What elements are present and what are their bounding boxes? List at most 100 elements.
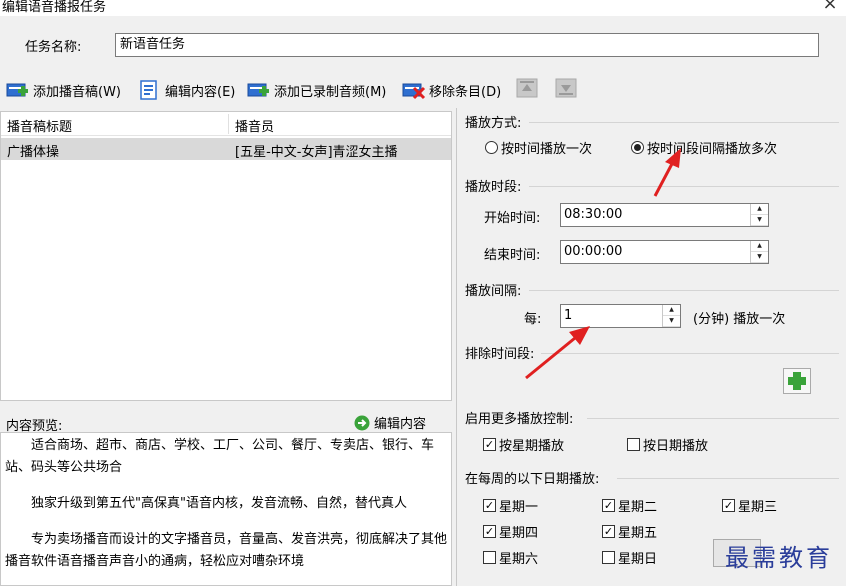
monday-checkbox[interactable]: ✓ 星期一	[483, 496, 538, 515]
remove-item-button[interactable]: 移除条目(D)	[402, 76, 501, 104]
start-time-value: 08:30:00	[564, 207, 623, 222]
spin-down-icon[interactable]: ▼	[751, 252, 768, 263]
checkbox-box: ✓	[483, 438, 496, 451]
task-name-label: 任务名称:	[25, 40, 82, 55]
interval-spinner[interactable]: ▲ ▼	[662, 305, 680, 327]
list-header: 播音稿标题 播音员	[1, 112, 451, 136]
play-once-radio[interactable]: 按时间播放一次	[485, 138, 592, 157]
play-mode-title: 播放方式:	[465, 116, 522, 131]
column-header-speaker[interactable]: 播音员	[235, 116, 274, 135]
edit-document-icon	[138, 80, 162, 100]
title-bar: 编辑语音播报任务 ×	[0, 0, 846, 16]
move-up-icon[interactable]	[515, 76, 539, 100]
saturday-checkbox[interactable]: 星期六	[483, 548, 538, 567]
add-recorded-audio-label: 添加已录制音频(M)	[274, 84, 387, 100]
start-time-spinner[interactable]: ▲ ▼	[750, 204, 768, 226]
checkbox-box: ✓	[483, 499, 496, 512]
checkbox-box	[627, 438, 640, 451]
row-title: 广播体操	[7, 145, 60, 160]
friday-checkbox[interactable]: ✓ 星期五	[602, 522, 657, 541]
interval-value: 1	[564, 308, 573, 323]
end-time-spinner[interactable]: ▲ ▼	[750, 241, 768, 263]
row-speaker: [五星-中文-女声]青涩女主播	[235, 145, 398, 160]
interval-unit-label: (分钟) 播放一次	[693, 312, 786, 327]
saturday-label: 星期六	[499, 552, 539, 567]
move-down-icon[interactable]	[554, 76, 578, 100]
divider	[541, 353, 839, 354]
plus-icon	[788, 372, 806, 390]
by-week-label: 按星期播放	[499, 439, 565, 454]
remove-item-label: 移除条目(D)	[429, 84, 502, 100]
table-row[interactable]: 广播体操 [五星-中文-女声]青涩女主播	[1, 138, 451, 160]
checkbox-box	[483, 551, 496, 564]
spin-up-icon[interactable]: ▲	[751, 204, 768, 215]
settings-panel: 播放方式: 按时间播放一次 按时间段间隔播放多次 播放时段: 开始时间: 08:…	[456, 108, 846, 586]
remove-icon	[402, 80, 426, 100]
play-period-title: 播放时段:	[465, 180, 522, 195]
exclude-period-title: 排除时间段:	[465, 347, 535, 362]
spin-down-icon[interactable]: ▼	[663, 316, 680, 327]
monday-label: 星期一	[499, 500, 539, 515]
every-label: 每:	[524, 312, 542, 327]
column-header-title[interactable]: 播音稿标题	[7, 116, 72, 135]
start-time-label: 开始时间:	[484, 211, 541, 226]
sunday-checkbox[interactable]: 星期日	[602, 548, 657, 567]
play-interval-label: 按时间段间隔播放多次	[647, 142, 778, 157]
radio-dot	[631, 141, 644, 154]
by-date-checkbox[interactable]: 按日期播放	[627, 435, 708, 454]
divider	[529, 122, 839, 123]
close-icon[interactable]: ×	[820, 0, 840, 14]
play-once-label: 按时间播放一次	[501, 142, 593, 157]
add-script-icon	[6, 80, 30, 100]
checkbox-box: ✓	[602, 525, 615, 538]
wednesday-checkbox[interactable]: ✓ 星期三	[722, 496, 777, 515]
spin-up-icon[interactable]: ▲	[663, 305, 680, 316]
checkbox-box: ✓	[722, 499, 735, 512]
spin-up-icon[interactable]: ▲	[751, 241, 768, 252]
preview-edit-button[interactable]: 编辑内容	[354, 413, 426, 432]
end-time-value: 00:00:00	[564, 244, 623, 259]
preview-text-area[interactable]: 适合商场、超市、商店、学校、工厂、公司、餐厅、专卖店、银行、车站、码头等公共场合…	[0, 432, 452, 586]
edit-content-button[interactable]: 编辑内容(E)	[138, 76, 235, 104]
preview-edit-label: 编辑内容	[374, 417, 427, 432]
more-control-title: 启用更多播放控制:	[465, 412, 574, 427]
add-recorded-audio-button[interactable]: 添加已录制音频(M)	[247, 76, 386, 104]
add-audio-icon	[247, 80, 271, 100]
divider	[587, 418, 839, 419]
by-date-label: 按日期播放	[643, 439, 709, 454]
task-name-input[interactable]: 新语音任务	[115, 33, 819, 57]
tuesday-checkbox[interactable]: ✓ 星期二	[602, 496, 657, 515]
preview-header: 内容预览: 编辑内容	[0, 410, 452, 434]
window-title: 编辑语音播报任务	[2, 0, 107, 15]
play-interval-radio[interactable]: 按时间段间隔播放多次	[631, 138, 777, 157]
divider	[529, 290, 839, 291]
edit-content-label: 编辑内容(E)	[165, 84, 236, 100]
column-divider	[228, 114, 229, 134]
radio-dot	[485, 141, 498, 154]
arrow-right-icon	[354, 415, 370, 430]
preview-paragraph: 独家升级到第五代"高保真"语音内核，发音流畅、自然，替代真人	[31, 496, 407, 511]
spin-down-icon[interactable]: ▼	[751, 215, 768, 226]
friday-label: 星期五	[618, 526, 658, 541]
thursday-checkbox[interactable]: ✓ 星期四	[483, 522, 538, 541]
weekday-title: 在每周的以下日期播放:	[465, 472, 600, 487]
add-script-button[interactable]: 添加播音稿(W)	[6, 76, 121, 104]
add-script-label: 添加播音稿(W)	[33, 84, 121, 100]
preview-paragraph: 适合商场、超市、商店、学校、工厂、公司、餐厅、专卖店、银行、车站、码头等公共场合	[5, 438, 435, 475]
divider	[617, 478, 839, 479]
preview-paragraph: 专为卖场播音而设计的文字播音员，音量高、发音洪亮，彻底解决了其他播音软件语音播音…	[5, 532, 448, 569]
end-time-input[interactable]: 00:00:00 ▲ ▼	[560, 240, 769, 264]
start-time-input[interactable]: 08:30:00 ▲ ▼	[560, 203, 769, 227]
watermark-text: 最需教育	[725, 544, 833, 572]
end-time-label: 结束时间:	[484, 248, 541, 263]
checkbox-box: ✓	[602, 499, 615, 512]
interval-input[interactable]: 1 ▲ ▼	[560, 304, 681, 328]
add-exclude-button[interactable]	[783, 368, 811, 394]
divider	[529, 186, 839, 187]
play-interval-title: 播放间隔:	[465, 284, 522, 299]
checkbox-box	[602, 551, 615, 564]
thursday-label: 星期四	[499, 526, 539, 541]
script-list[interactable]: 播音稿标题 播音员 广播体操 [五星-中文-女声]青涩女主播	[0, 111, 452, 401]
checkbox-box: ✓	[483, 525, 496, 538]
by-week-checkbox[interactable]: ✓ 按星期播放	[483, 435, 564, 454]
